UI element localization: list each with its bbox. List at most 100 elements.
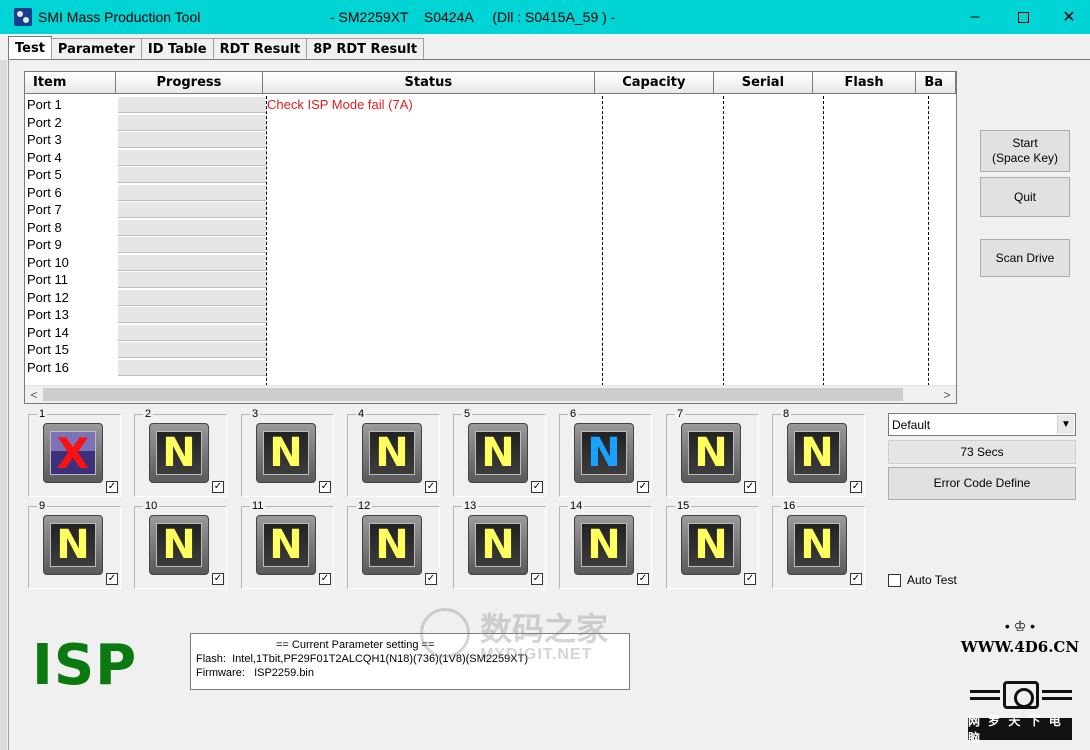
horizontal-scrollbar[interactable]: < > [25, 385, 956, 403]
slot-number: 4 [356, 408, 367, 420]
slot-checkbox[interactable]: ✓ [744, 573, 756, 585]
slot-checkbox[interactable]: ✓ [212, 573, 224, 585]
cell-item: Port 6 [27, 184, 62, 200]
slot-checkbox[interactable]: ✓ [531, 573, 543, 585]
firmware-row: Firmware: ISP2259.bin [196, 666, 624, 680]
table-row[interactable]: Port 14 [25, 324, 956, 342]
slot-number: 15 [675, 500, 692, 512]
tab-8p-rdt-result[interactable]: 8P RDT Result [306, 38, 425, 60]
port-slot[interactable]: 4 N ✓ [347, 408, 440, 497]
slot-checkbox[interactable]: ✓ [637, 481, 649, 493]
profile-select[interactable]: Default ▼ [888, 413, 1076, 436]
port-grid[interactable]: Item Progress Status Capacity Serial Fla… [24, 71, 957, 404]
port-slot[interactable]: 15 N ✓ [666, 500, 759, 589]
drive-face: X [50, 429, 96, 478]
table-row[interactable]: Port 4 [25, 149, 956, 167]
minimize-button[interactable]: – [952, 4, 998, 30]
error-code-define-button[interactable]: Error Code Define [888, 467, 1076, 500]
table-row[interactable]: Port 15 [25, 341, 956, 359]
auto-test-checkbox[interactable]: Auto Test [888, 573, 957, 587]
table-row[interactable]: Port 7 [25, 201, 956, 219]
port-slot[interactable]: 16 N ✓ [772, 500, 865, 589]
col-header-serial[interactable]: Serial [714, 72, 813, 94]
tab-test[interactable]: Test [8, 36, 52, 60]
scroll-thumb[interactable] [43, 388, 903, 401]
progress-bar [118, 132, 266, 148]
quit-button[interactable]: Quit [980, 177, 1070, 217]
port-slot[interactable]: 11 N ✓ [241, 500, 334, 589]
port-slot[interactable]: 14 N ✓ [559, 500, 652, 589]
table-row[interactable]: Port 9 [25, 236, 956, 254]
site-logo: • ♔ • WWW.4D6.CN 网 罗 天 下 电 脑 [960, 618, 1080, 748]
scan-drive-button[interactable]: Scan Drive [980, 239, 1070, 277]
table-row[interactable]: Port 2 [25, 114, 956, 132]
port-slot[interactable]: 12 N ✓ [347, 500, 440, 589]
slot-checkbox[interactable]: ✓ [106, 481, 118, 493]
port-slot[interactable]: 5 N ✓ [453, 408, 546, 497]
col-header-status[interactable]: Status [262, 72, 595, 94]
checkbox-icon[interactable] [888, 573, 901, 587]
slot-checkbox[interactable]: ✓ [850, 481, 862, 493]
port-slot[interactable]: 2 N ✓ [134, 408, 227, 497]
slot-checkbox[interactable]: ✓ [319, 481, 331, 493]
slot-checkbox[interactable]: ✓ [425, 573, 437, 585]
cell-item: Port 15 [27, 342, 69, 357]
col-header-ba[interactable]: Ba [916, 72, 956, 94]
slot-checkbox[interactable]: ✓ [212, 481, 224, 493]
table-row[interactable]: Port 6 [25, 184, 956, 202]
left-edge-strip [0, 60, 7, 750]
slot-checkbox[interactable]: ✓ [744, 481, 756, 493]
slot-checkbox[interactable]: ✓ [106, 573, 118, 585]
table-row[interactable]: Port 12 [25, 289, 956, 307]
slot-checkbox[interactable]: ✓ [850, 573, 862, 585]
port-slot[interactable]: 10 N ✓ [134, 500, 227, 589]
drive-status-icon: N [149, 515, 209, 575]
tab-parameter[interactable]: Parameter [50, 38, 142, 60]
table-row[interactable]: Port 8 [25, 219, 956, 237]
slot-checkbox[interactable]: ✓ [637, 573, 649, 585]
maximize-button[interactable] [1000, 4, 1046, 30]
logo-banner: 网 罗 天 下 电 脑 [968, 714, 1072, 745]
chevron-down-icon[interactable]: ▼ [1057, 415, 1074, 434]
port-slot[interactable]: 6 N ✓ [559, 408, 652, 497]
drive-status-icon: N [43, 515, 103, 575]
col-header-item[interactable]: Item [25, 72, 116, 94]
tab-id-table[interactable]: ID Table [140, 38, 214, 60]
flash-value: Intel,1Tbit,PF29F01T2ALCQH1(N18)(736)(1V… [232, 653, 528, 665]
cell-item: Port 14 [27, 324, 69, 340]
port-slot[interactable]: 9 N ✓ [28, 500, 121, 589]
drive-status-mark: N [269, 430, 303, 476]
port-slot[interactable]: 3 N ✓ [241, 408, 334, 497]
table-row[interactable]: Port 5 [25, 166, 956, 184]
slot-number: 3 [250, 408, 261, 420]
table-row[interactable]: Port 11 [25, 271, 956, 289]
drive-status-icon: X [43, 423, 103, 483]
scroll-left-arrow-icon[interactable]: < [25, 387, 43, 403]
tab-rdt-result[interactable]: RDT Result [212, 38, 308, 60]
table-row[interactable]: Port 10 [25, 254, 956, 272]
scroll-right-arrow-icon[interactable]: > [938, 387, 956, 403]
start-button[interactable]: Start (Space Key) [980, 130, 1070, 172]
table-row[interactable]: Port 1 Check ISP Mode fail (7A) [25, 96, 956, 114]
col-header-progress[interactable]: Progress [115, 72, 263, 94]
drive-status-icon: N [681, 515, 741, 575]
col-header-flash[interactable]: Flash [812, 72, 917, 94]
table-row[interactable]: Port 3 [25, 131, 956, 149]
slot-number: 9 [37, 500, 48, 512]
table-row[interactable]: Port 13 [25, 306, 956, 324]
port-slot[interactable]: 7 N ✓ [666, 408, 759, 497]
close-button[interactable]: ✕ [1046, 4, 1090, 30]
port-slot[interactable]: 8 N ✓ [772, 408, 865, 497]
drive-status-icon: N [362, 515, 422, 575]
progress-bar [118, 167, 266, 183]
port-slot[interactable]: 1 X ✓ [28, 408, 121, 497]
col-header-capacity[interactable]: Capacity [594, 72, 715, 94]
table-row[interactable]: Port 16 [25, 359, 956, 377]
slot-checkbox[interactable]: ✓ [319, 573, 331, 585]
elapsed-time: 73 Secs [888, 440, 1076, 464]
slot-checkbox[interactable]: ✓ [531, 481, 543, 493]
slot-number: 10 [143, 500, 160, 512]
slot-checkbox[interactable]: ✓ [425, 481, 437, 493]
port-slot[interactable]: 13 N ✓ [453, 500, 546, 589]
drive-status-icon: N [256, 423, 316, 483]
